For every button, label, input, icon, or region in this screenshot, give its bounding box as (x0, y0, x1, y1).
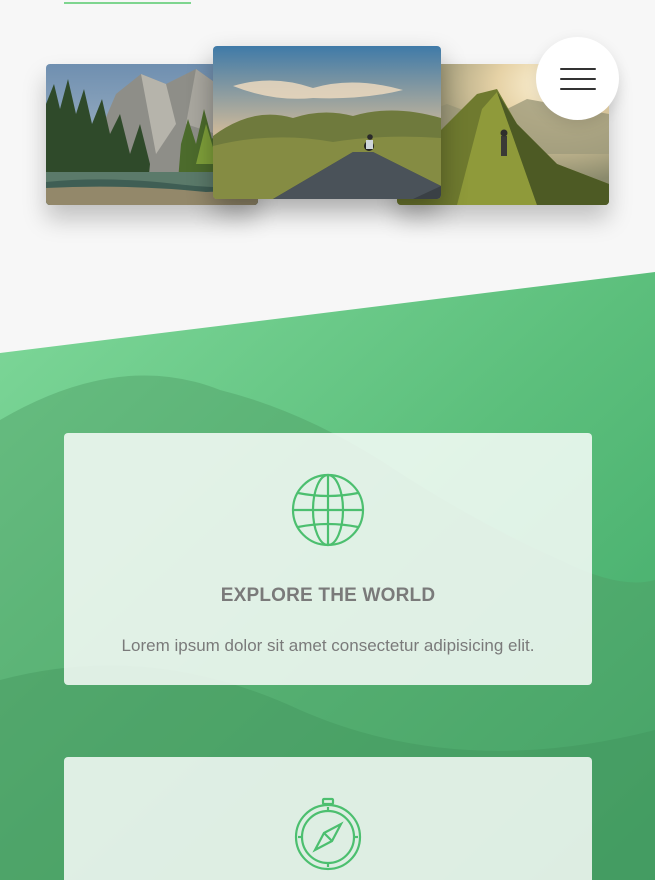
globe-icon (291, 473, 365, 547)
gallery-photo-cyclist[interactable] (213, 46, 441, 199)
compass-icon (294, 797, 362, 871)
feature-card-explore: EXPLORE THE WORLD Lorem ipsum dolor sit … (64, 433, 592, 685)
feature-title: EXPLORE THE WORLD (220, 585, 436, 606)
top-underline-divider (64, 2, 191, 4)
menu-button[interactable] (536, 37, 619, 120)
feature-description: Lorem ipsum dolor sit amet consectetur a… (121, 636, 535, 655)
feature-card-navigate (64, 757, 592, 880)
hamburger-menu-icon (559, 67, 596, 90)
